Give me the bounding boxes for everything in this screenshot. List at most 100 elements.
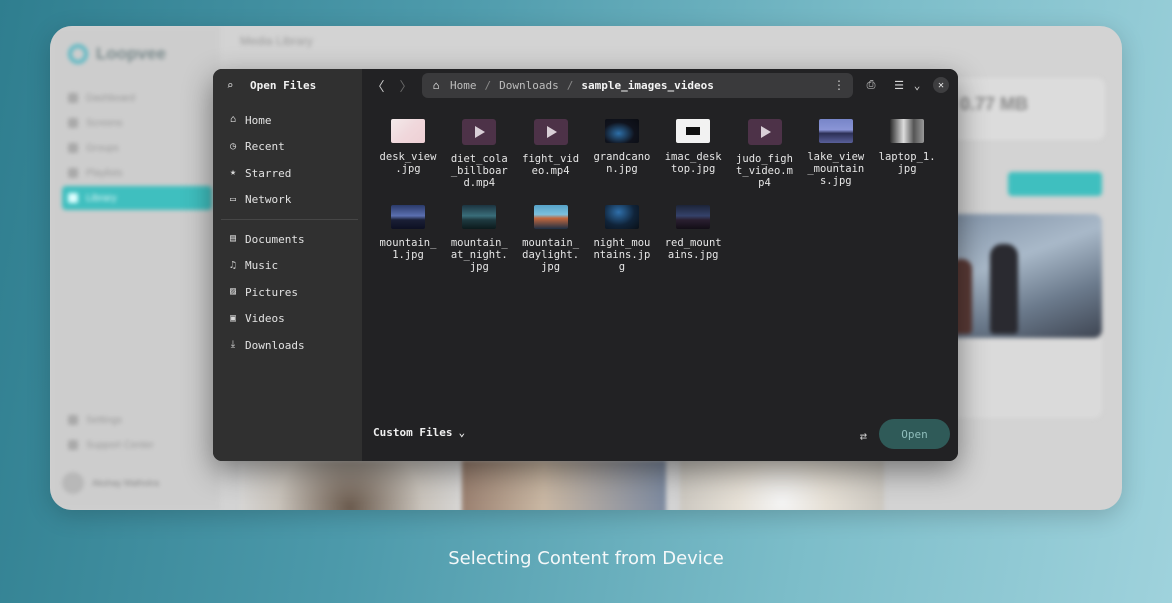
open-button[interactable]: Open	[879, 419, 950, 449]
camera-icon[interactable]: ⎙	[862, 77, 880, 93]
back-arrow-icon[interactable]: 〈	[370, 77, 386, 95]
chevron-down-icon: ⌄	[458, 426, 466, 439]
nav-label: Settings	[86, 414, 123, 426]
filter-label: Custom Files	[373, 426, 453, 439]
file-item[interactable]: judo_figh t_video.m p4	[730, 119, 800, 189]
sidebar-item-network[interactable]: ▭ Network	[213, 187, 362, 214]
sidebar-item-label: Music	[245, 259, 279, 273]
sidebar-item-label: Downloads	[245, 338, 305, 352]
sidebar-item-starred[interactable]: ★ Starred	[213, 160, 362, 187]
background-nav-item[interactable]: Playlists	[62, 161, 212, 185]
file-name: mountain_ at_night. jpg	[450, 237, 508, 273]
background-nav-item[interactable]: Screens	[62, 111, 212, 135]
background-upload-button[interactable]	[1008, 172, 1102, 196]
forward-arrow-icon[interactable]: 〉	[398, 77, 414, 95]
file-type-filter[interactable]: Custom Files ⌄	[373, 426, 465, 439]
screens-icon	[68, 118, 78, 128]
background-settings[interactable]: Settings	[62, 408, 212, 432]
file-name: diet_cola _billboar d.mp4	[450, 153, 508, 189]
image-thumbnail	[818, 119, 853, 143]
dialog-footer: Custom Files ⌄ ⇄ Open	[362, 413, 958, 461]
video-thumbnail-icon	[747, 119, 782, 145]
image-thumbnail	[604, 205, 639, 229]
file-name: fight_vid eo.mp4	[522, 153, 580, 177]
sidebar-divider	[221, 219, 358, 220]
list-view-icon[interactable]: ☰	[890, 77, 908, 93]
music-icon: ♫	[229, 259, 237, 271]
file-item[interactable]: red_mount ains.jpg	[658, 205, 728, 261]
logo-icon	[68, 44, 88, 64]
file-item[interactable]: diet_cola _billboar d.mp4	[444, 119, 514, 189]
sidebar-item-recent[interactable]: ◷ Recent	[213, 134, 362, 161]
nav-label: Support Center	[86, 439, 154, 451]
breadcrumb-current[interactable]: sample_images_videos	[581, 79, 713, 92]
background-tile	[680, 460, 884, 510]
background-stat-value: 0.77 MB	[960, 94, 1029, 114]
background-tile	[240, 460, 460, 510]
document-icon: ▤	[229, 233, 237, 245]
image-thumbnail	[462, 205, 497, 229]
breadcrumb-downloads[interactable]: Downloads	[499, 79, 559, 92]
dialog-sidebar: ⌕ Open Files ⌂ Home ◷ Recent ★ Starred ▭ Networ…	[213, 69, 362, 461]
groups-icon	[68, 143, 78, 153]
breadcrumb-separator: /	[566, 79, 574, 92]
breadcrumb-separator: /	[484, 79, 492, 92]
avatar	[62, 472, 84, 494]
sidebar-item-videos[interactable]: ▣ Videos	[213, 306, 362, 333]
background-nav: Dashboard Screens Groups Playlists Libra…	[62, 86, 212, 211]
support-icon	[68, 440, 78, 450]
image-thumbnail	[533, 205, 568, 229]
file-item[interactable]: night_mou ntains.jp g	[587, 205, 657, 273]
sidebar-item-documents[interactable]: ▤ Documents	[213, 226, 362, 253]
file-item[interactable]: fight_vid eo.mp4	[516, 119, 586, 177]
clock-icon: ◷	[229, 140, 237, 152]
background-support[interactable]: Support Center	[62, 433, 212, 457]
file-item[interactable]: laptop_1. jpg	[872, 119, 942, 175]
background-logo: Loopvee	[68, 44, 166, 64]
download-icon: ⤓	[230, 339, 236, 351]
sidebar-item-label: Network	[245, 193, 292, 207]
home-icon: ⌂	[229, 114, 237, 126]
background-nav-item-active[interactable]: Library	[62, 186, 212, 210]
path-bar: ⌂ Home / Downloads / sample_images_video…	[422, 73, 853, 98]
background-page-title: Media Library	[240, 34, 313, 48]
file-item[interactable]: lake_view _mountain s.jpg	[801, 119, 871, 187]
kebab-menu-icon[interactable]: ⋮	[833, 78, 845, 92]
file-name: mountain_ 1.jpg	[379, 237, 437, 261]
breadcrumb-home[interactable]: Home	[450, 79, 477, 92]
swap-icon[interactable]: ⇄	[860, 429, 867, 443]
nav-label: Library	[86, 192, 117, 204]
file-name: red_mount ains.jpg	[664, 237, 722, 261]
playlists-icon	[68, 168, 78, 178]
close-icon[interactable]: ✕	[933, 77, 949, 93]
folders-list: ▤ Documents ♫ Music ▨ Pictures ▣ Videos ⤓ Downloa…	[213, 226, 362, 359]
background-nav-item[interactable]: Groups	[62, 136, 212, 160]
background-user[interactable]: Akshay Malhotra	[62, 466, 212, 500]
file-item[interactable]: mountain_ 1.jpg	[373, 205, 443, 261]
sidebar-item-label: Starred	[245, 166, 292, 180]
file-name: lake_view _mountain s.jpg	[807, 151, 865, 187]
logo-text: Loopvee	[96, 44, 166, 63]
sidebar-item-downloads[interactable]: ⤓ Downloads	[213, 332, 362, 359]
file-item[interactable]: imac_desk top.jpg	[658, 119, 728, 175]
network-icon: ▭	[229, 193, 237, 205]
file-item[interactable]: mountain_ daylight. jpg	[516, 205, 586, 273]
chevron-down-icon[interactable]: ⌄	[908, 77, 926, 93]
sidebar-item-label: Pictures	[245, 285, 298, 299]
file-name: grandcano n.jpg	[593, 151, 651, 175]
search-icon[interactable]: ⌕	[224, 79, 236, 91]
file-name: desk_view .jpg	[379, 151, 437, 175]
file-name: imac_desk top.jpg	[664, 151, 722, 175]
background-nav-item[interactable]: Dashboard	[62, 86, 212, 110]
file-item[interactable]: grandcano n.jpg	[587, 119, 657, 175]
dialog-title: Open Files	[250, 78, 317, 92]
sidebar-item-music[interactable]: ♫ Music	[213, 253, 362, 280]
file-name: night_mou ntains.jp g	[593, 237, 651, 273]
video-thumbnail-icon	[533, 119, 568, 145]
file-item[interactable]: mountain_ at_night. jpg	[444, 205, 514, 273]
sidebar-item-pictures[interactable]: ▨ Pictures	[213, 279, 362, 306]
image-thumbnail	[391, 205, 425, 229]
sidebar-item-home[interactable]: ⌂ Home	[213, 107, 362, 134]
file-item[interactable]: desk_view .jpg	[373, 119, 443, 175]
sidebar-item-label: Recent	[245, 140, 285, 154]
